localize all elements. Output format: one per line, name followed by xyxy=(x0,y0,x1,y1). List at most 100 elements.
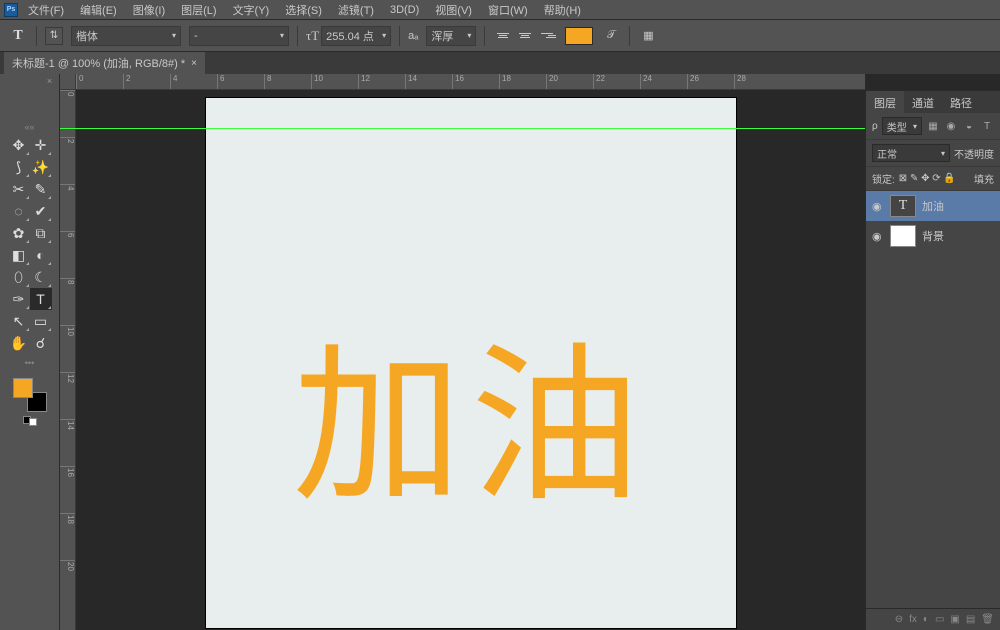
visibility-toggle-icon[interactable]: ◉ xyxy=(872,200,884,213)
tab-layers[interactable]: 图层 xyxy=(866,91,904,113)
ruler-vertical[interactable]: 02468101214161820 xyxy=(60,90,76,630)
lock-row: 锁定: ⊠ ✎ ✥ ⟳ 🔒 填充 xyxy=(866,167,1000,191)
character-panel-button[interactable]: ▦ xyxy=(638,26,658,46)
close-panel-icon[interactable]: × xyxy=(47,76,52,86)
toolbar-menu-icon[interactable]: ••• xyxy=(25,358,34,368)
separator xyxy=(399,26,400,46)
antialiasing-dropdown[interactable]: 浑厚 xyxy=(426,26,476,46)
menu-view[interactable]: 视图(V) xyxy=(429,0,478,20)
document-canvas[interactable]: 加油 xyxy=(206,98,736,628)
fill-label: 填充 xyxy=(974,171,994,186)
ruler-horizontal[interactable]: 0246810121416182022242628 xyxy=(76,74,865,90)
tool-path-select[interactable]: ↖ xyxy=(8,310,30,332)
filter-icon[interactable]: ◒ xyxy=(962,119,976,133)
filter-icon[interactable]: T xyxy=(980,119,994,133)
visibility-toggle-icon[interactable]: ◉ xyxy=(872,230,884,243)
align-right-button[interactable] xyxy=(537,26,557,46)
tool-zoom[interactable]: ☌ xyxy=(30,332,52,354)
separator xyxy=(297,26,298,46)
align-left-button[interactable] xyxy=(493,26,513,46)
group-icon[interactable]: ▣ xyxy=(950,614,959,625)
tools-panel: «« × ✥✛ ⟆✨ ✂✎ ◌✔ ✿⧉ ◧◐ ⬯☾ ✑T ↖▭ ✋☌ ••• xyxy=(0,74,60,630)
app-logo-icon: Ps xyxy=(4,3,18,17)
close-tab-icon[interactable]: × xyxy=(191,58,197,69)
text-orientation-toggle[interactable]: ⇅ xyxy=(45,27,63,45)
tool-type[interactable]: T xyxy=(30,288,52,310)
default-colors[interactable] xyxy=(23,416,37,426)
tool-eyedropper[interactable]: ✎ xyxy=(30,178,52,200)
layer-row[interactable]: ◉ T 加油 xyxy=(866,191,1000,221)
antialiasing-icon: aₐ xyxy=(408,30,418,42)
font-style-dropdown[interactable]: - xyxy=(189,26,289,46)
menu-select[interactable]: 选择(S) xyxy=(279,0,328,20)
new-layer-icon[interactable]: ▤ xyxy=(966,614,975,625)
separator xyxy=(36,26,37,46)
menu-file[interactable]: 文件(F) xyxy=(22,0,70,20)
active-tool-icon: T xyxy=(8,26,28,46)
lock-icons[interactable]: ⊠ ✎ ✥ ⟳ 🔒 xyxy=(899,173,956,184)
canvas-text-layer[interactable]: 加油 xyxy=(206,288,736,534)
panel-grip-icon[interactable]: «« xyxy=(24,122,34,132)
tool-crop[interactable]: ✂ xyxy=(8,178,30,200)
tool-marquee[interactable]: ◌ xyxy=(8,200,30,222)
menu-edit[interactable]: 编辑(E) xyxy=(74,0,123,20)
filter-kind-icon: ρ xyxy=(872,121,878,132)
menu-filter[interactable]: 滤镜(T) xyxy=(332,0,380,20)
tool-lasso[interactable]: ⟆ xyxy=(8,156,30,178)
tool-pen[interactable]: ✑ xyxy=(8,288,30,310)
link-layers-icon[interactable]: ⊖ xyxy=(895,614,903,625)
tool-move[interactable]: ✥ xyxy=(8,134,30,156)
layer-thumbnail[interactable] xyxy=(890,225,916,247)
tool-shape[interactable]: ▭ xyxy=(30,310,52,332)
tool-magic-wand[interactable]: ✨ xyxy=(30,156,52,178)
tool-dodge[interactable]: ☾ xyxy=(30,266,52,288)
ruler-corner[interactable] xyxy=(60,74,76,90)
guide-horizontal[interactable] xyxy=(60,128,865,129)
font-family-dropdown[interactable]: 楷体 xyxy=(71,26,181,46)
menu-layer[interactable]: 图层(L) xyxy=(175,0,222,20)
filter-icon[interactable]: ◉ xyxy=(944,119,958,133)
align-center-button[interactable] xyxy=(515,26,535,46)
tool-eraser[interactable]: ◧ xyxy=(8,244,30,266)
layer-thumbnail[interactable]: T xyxy=(890,195,916,217)
layer-name[interactable]: 加油 xyxy=(922,198,944,214)
menu-3d[interactable]: 3D(D) xyxy=(384,2,425,18)
layers-panel: 图层 通道 路径 ρ 类型 ▦ ◉ ◒ T 正常 不透明度 锁定: ⊠ ✎ ✥ … xyxy=(866,90,1000,251)
delete-layer-icon[interactable]: 🗑 xyxy=(981,614,994,625)
menu-text[interactable]: 文字(Y) xyxy=(227,0,276,20)
menu-image[interactable]: 图像(I) xyxy=(127,0,171,20)
tool-gradient[interactable]: ◐ xyxy=(30,244,52,266)
blend-mode-dropdown[interactable]: 正常 xyxy=(872,144,950,162)
adjustment-icon[interactable]: ▭ xyxy=(935,614,944,625)
tool-stamp[interactable]: ⧉ xyxy=(30,222,52,244)
blend-row: 正常 不透明度 xyxy=(866,140,1000,167)
document-tabs: 未标题-1 @ 100% (加油, RGB/8#) * × xyxy=(0,52,1000,74)
tool-healing[interactable]: ✿ xyxy=(8,222,30,244)
tab-channels[interactable]: 通道 xyxy=(904,91,942,113)
tool-artboard[interactable]: ✛ xyxy=(30,134,52,156)
foreground-color[interactable] xyxy=(13,378,33,398)
tool-hand[interactable]: ✋ xyxy=(8,332,30,354)
separator xyxy=(484,26,485,46)
fx-icon[interactable]: fx xyxy=(909,614,917,625)
layer-name[interactable]: 背景 xyxy=(922,228,944,244)
text-color-swatch[interactable] xyxy=(565,27,593,45)
tool-brush[interactable]: ✔ xyxy=(30,200,52,222)
canvas-area: 0246810121416182022242628 02468101214161… xyxy=(60,74,865,630)
layer-filter-row: ρ 类型 ▦ ◉ ◒ T xyxy=(866,113,1000,140)
warp-text-button[interactable]: 𝒯 xyxy=(601,26,621,46)
mask-icon[interactable]: ◐ xyxy=(923,614,929,625)
tool-blur[interactable]: ⬯ xyxy=(8,266,30,288)
document-tab[interactable]: 未标题-1 @ 100% (加油, RGB/8#) * × xyxy=(4,51,205,74)
layer-kind-dropdown[interactable]: 类型 xyxy=(882,117,922,135)
font-size-dropdown[interactable]: 255.04 点 xyxy=(321,26,391,46)
menu-help[interactable]: 帮助(H) xyxy=(538,0,587,20)
layer-row[interactable]: ◉ 背景 xyxy=(866,221,1000,251)
filter-icon[interactable]: ▦ xyxy=(926,119,940,133)
menu-window[interactable]: 窗口(W) xyxy=(482,0,534,20)
options-bar: T ⇅ 楷体 - τT 255.04 点 aₐ 浑厚 𝒯 ▦ xyxy=(0,20,1000,52)
text-align-group xyxy=(493,26,557,46)
layers-footer: ⊖ fx ◐ ▭ ▣ ▤ 🗑 xyxy=(866,608,1000,630)
menu-bar: Ps 文件(F) 编辑(E) 图像(I) 图层(L) 文字(Y) 选择(S) 滤… xyxy=(0,0,1000,20)
tab-paths[interactable]: 路径 xyxy=(942,91,980,113)
